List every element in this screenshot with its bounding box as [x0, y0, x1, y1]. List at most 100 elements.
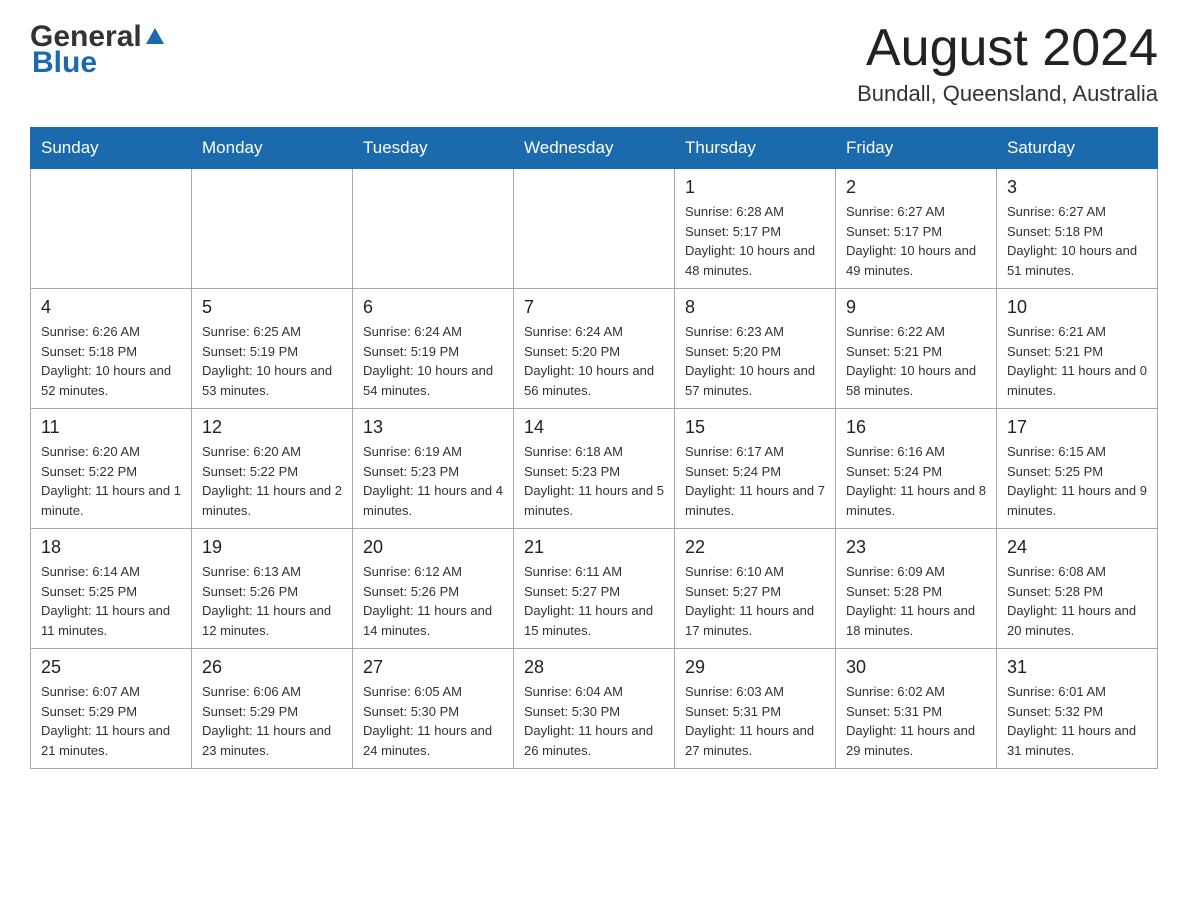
calendar-cell: 9 Sunrise: 6:22 AMSunset: 5:21 PMDaylight… — [836, 289, 997, 409]
day-number: 28 — [524, 657, 664, 678]
day-info: Sunrise: 6:27 AMSunset: 5:18 PMDaylight:… — [1007, 202, 1147, 280]
calendar-header-row: SundayMondayTuesdayWednesdayThursdayFrid… — [31, 128, 1158, 169]
month-title: August 2024 — [857, 20, 1158, 77]
day-number: 15 — [685, 417, 825, 438]
day-info: Sunrise: 6:24 AMSunset: 5:20 PMDaylight:… — [524, 322, 664, 400]
day-info: Sunrise: 6:16 AMSunset: 5:24 PMDaylight:… — [846, 442, 986, 520]
calendar-cell: 1 Sunrise: 6:28 AMSunset: 5:17 PMDaylight… — [675, 169, 836, 289]
calendar-cell — [514, 169, 675, 289]
calendar-cell: 14Sunrise: 6:18 AMSunset: 5:23 PMDayligh… — [514, 409, 675, 529]
day-info: Sunrise: 6:12 AMSunset: 5:26 PMDaylight:… — [363, 562, 503, 640]
day-info: Sunrise: 6:18 AMSunset: 5:23 PMDaylight:… — [524, 442, 664, 520]
calendar-cell: 23 Sunrise: 6:09 AMSunset: 5:28 PMDayligh… — [836, 529, 997, 649]
day-info: Sunrise: 6:01 AMSunset: 5:32 PMDaylight:… — [1007, 682, 1147, 760]
calendar-cell: 24 Sunrise: 6:08 AMSunset: 5:28 PMDayligh… — [997, 529, 1158, 649]
day-info: Sunrise: 6:06 AMSunset: 5:29 PMDaylight:… — [202, 682, 342, 760]
day-info: Sunrise: 6:20 AMSunset: 5:22 PMDaylight:… — [41, 442, 181, 520]
day-info: Sunrise: 6:05 AMSunset: 5:30 PMDaylight:… — [363, 682, 503, 760]
calendar-cell: 19Sunrise: 6:13 AMSunset: 5:26 PMDayligh… — [192, 529, 353, 649]
calendar-cell — [192, 169, 353, 289]
day-number: 26 — [202, 657, 342, 678]
day-info: Sunrise: 6:07 AMSunset: 5:29 PMDaylight:… — [41, 682, 181, 760]
calendar-cell: 10 Sunrise: 6:21 AMSunset: 5:21 PMDayligh… — [997, 289, 1158, 409]
calendar-cell: 26 Sunrise: 6:06 AMSunset: 5:29 PMDayligh… — [192, 649, 353, 769]
day-number: 24 — [1007, 537, 1147, 558]
col-header-thursday: Thursday — [675, 128, 836, 169]
calendar-cell: 25 Sunrise: 6:07 AMSunset: 5:29 PMDayligh… — [31, 649, 192, 769]
day-number: 12 — [202, 417, 342, 438]
calendar-cell: 30Sunrise: 6:02 AMSunset: 5:31 PMDayligh… — [836, 649, 997, 769]
calendar-week-row: 1 Sunrise: 6:28 AMSunset: 5:17 PMDaylight… — [31, 169, 1158, 289]
col-header-monday: Monday — [192, 128, 353, 169]
day-info: Sunrise: 6:28 AMSunset: 5:17 PMDaylight:… — [685, 202, 825, 280]
calendar-cell — [353, 169, 514, 289]
day-number: 27 — [363, 657, 503, 678]
calendar-cell: 7Sunrise: 6:24 AMSunset: 5:20 PMDaylight… — [514, 289, 675, 409]
day-number: 10 — [1007, 297, 1147, 318]
col-header-tuesday: Tuesday — [353, 128, 514, 169]
day-number: 16 — [846, 417, 986, 438]
day-number: 23 — [846, 537, 986, 558]
day-number: 9 — [846, 297, 986, 318]
title-section: August 2024 Bundall, Queensland, Austral… — [857, 20, 1158, 107]
day-number: 8 — [685, 297, 825, 318]
calendar-week-row: 11 Sunrise: 6:20 AMSunset: 5:22 PMDayligh… — [31, 409, 1158, 529]
day-number: 22 — [685, 537, 825, 558]
day-number: 6 — [363, 297, 503, 318]
day-number: 19 — [202, 537, 342, 558]
day-info: Sunrise: 6:24 AMSunset: 5:19 PMDaylight:… — [363, 322, 503, 400]
day-info: Sunrise: 6:15 AMSunset: 5:25 PMDaylight:… — [1007, 442, 1147, 520]
calendar-cell: 4 Sunrise: 6:26 AMSunset: 5:18 PMDaylight… — [31, 289, 192, 409]
day-info: Sunrise: 6:21 AMSunset: 5:21 PMDaylight:… — [1007, 322, 1147, 400]
day-info: Sunrise: 6:09 AMSunset: 5:28 PMDaylight:… — [846, 562, 986, 640]
day-info: Sunrise: 6:14 AMSunset: 5:25 PMDaylight:… — [41, 562, 181, 640]
calendar-cell: 12Sunrise: 6:20 AMSunset: 5:22 PMDayligh… — [192, 409, 353, 529]
calendar-week-row: 18 Sunrise: 6:14 AMSunset: 5:25 PMDayligh… — [31, 529, 1158, 649]
logo: General Blue — [30, 20, 166, 80]
day-info: Sunrise: 6:17 AMSunset: 5:24 PMDaylight:… — [685, 442, 825, 520]
day-info: Sunrise: 6:10 AMSunset: 5:27 PMDaylight:… — [685, 562, 825, 640]
calendar-cell: 11 Sunrise: 6:20 AMSunset: 5:22 PMDayligh… — [31, 409, 192, 529]
col-header-friday: Friday — [836, 128, 997, 169]
day-info: Sunrise: 6:26 AMSunset: 5:18 PMDaylight:… — [41, 322, 181, 400]
day-info: Sunrise: 6:19 AMSunset: 5:23 PMDaylight:… — [363, 442, 503, 520]
day-number: 21 — [524, 537, 664, 558]
calendar-week-row: 4 Sunrise: 6:26 AMSunset: 5:18 PMDaylight… — [31, 289, 1158, 409]
day-info: Sunrise: 6:04 AMSunset: 5:30 PMDaylight:… — [524, 682, 664, 760]
calendar-cell: 20Sunrise: 6:12 AMSunset: 5:26 PMDayligh… — [353, 529, 514, 649]
day-info: Sunrise: 6:08 AMSunset: 5:28 PMDaylight:… — [1007, 562, 1147, 640]
day-number: 17 — [1007, 417, 1147, 438]
day-number: 30 — [846, 657, 986, 678]
day-info: Sunrise: 6:22 AMSunset: 5:21 PMDaylight:… — [846, 322, 986, 400]
calendar-cell: 15 Sunrise: 6:17 AMSunset: 5:24 PMDayligh… — [675, 409, 836, 529]
calendar-week-row: 25 Sunrise: 6:07 AMSunset: 5:29 PMDayligh… — [31, 649, 1158, 769]
day-number: 25 — [41, 657, 181, 678]
day-info: Sunrise: 6:27 AMSunset: 5:17 PMDaylight:… — [846, 202, 986, 280]
day-number: 2 — [846, 177, 986, 198]
logo-flag-icon — [144, 26, 166, 48]
calendar-cell: 16 Sunrise: 6:16 AMSunset: 5:24 PMDayligh… — [836, 409, 997, 529]
day-number: 31 — [1007, 657, 1147, 678]
calendar-cell: 29 Sunrise: 6:03 AMSunset: 5:31 PMDayligh… — [675, 649, 836, 769]
calendar-cell: 2 Sunrise: 6:27 AMSunset: 5:17 PMDaylight… — [836, 169, 997, 289]
calendar-cell: 5 Sunrise: 6:25 AMSunset: 5:19 PMDaylight… — [192, 289, 353, 409]
day-number: 11 — [41, 417, 181, 438]
day-number: 18 — [41, 537, 181, 558]
location-title: Bundall, Queensland, Australia — [857, 81, 1158, 107]
day-number: 13 — [363, 417, 503, 438]
calendar-cell: 22 Sunrise: 6:10 AMSunset: 5:27 PMDayligh… — [675, 529, 836, 649]
calendar-cell: 18 Sunrise: 6:14 AMSunset: 5:25 PMDayligh… — [31, 529, 192, 649]
calendar-cell: 8Sunrise: 6:23 AMSunset: 5:20 PMDaylight… — [675, 289, 836, 409]
day-number: 4 — [41, 297, 181, 318]
calendar-cell: 17 Sunrise: 6:15 AMSunset: 5:25 PMDayligh… — [997, 409, 1158, 529]
day-number: 5 — [202, 297, 342, 318]
day-number: 29 — [685, 657, 825, 678]
calendar-cell: 27 Sunrise: 6:05 AMSunset: 5:30 PMDayligh… — [353, 649, 514, 769]
day-number: 1 — [685, 177, 825, 198]
day-info: Sunrise: 6:03 AMSunset: 5:31 PMDaylight:… — [685, 682, 825, 760]
calendar-cell — [31, 169, 192, 289]
calendar-table: SundayMondayTuesdayWednesdayThursdayFrid… — [30, 127, 1158, 769]
day-info: Sunrise: 6:25 AMSunset: 5:19 PMDaylight:… — [202, 322, 342, 400]
day-info: Sunrise: 6:11 AMSunset: 5:27 PMDaylight:… — [524, 562, 664, 640]
calendar-cell: 6 Sunrise: 6:24 AMSunset: 5:19 PMDaylight… — [353, 289, 514, 409]
